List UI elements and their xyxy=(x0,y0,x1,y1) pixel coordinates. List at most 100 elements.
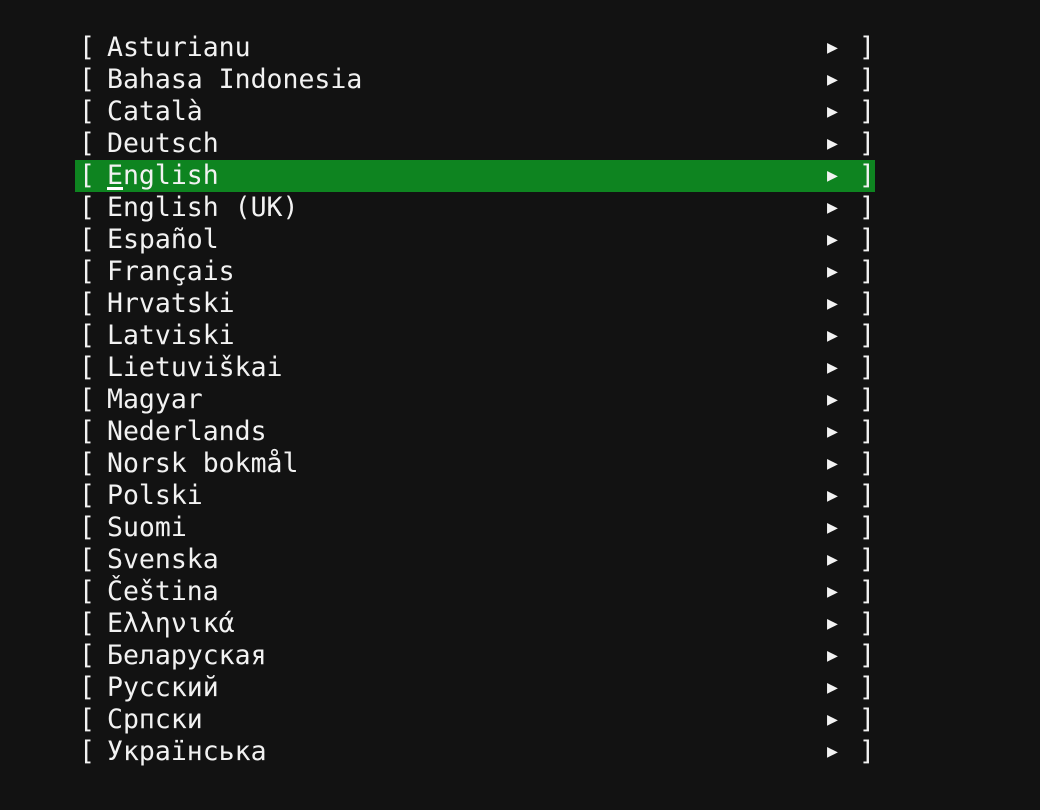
left-bracket: [ xyxy=(79,640,95,671)
arrow-right-icon: ▶ xyxy=(827,133,838,154)
language-label: Norsk bokmål xyxy=(107,448,299,479)
arrow-right-icon: ▶ xyxy=(827,325,838,346)
language-option[interactable]: [ Español ▶] xyxy=(75,224,875,256)
left-bracket: [ xyxy=(79,416,95,447)
language-label: Čeština xyxy=(107,576,219,607)
language-label: Magyar xyxy=(107,384,203,415)
language-label: Latviski xyxy=(107,320,235,351)
language-label: Español xyxy=(107,224,219,255)
left-bracket: [ xyxy=(79,576,95,607)
arrow-right-icon: ▶ xyxy=(827,389,838,410)
left-bracket: [ xyxy=(79,32,95,63)
left-bracket: [ xyxy=(79,192,95,223)
language-option[interactable]: [Svenska ▶] xyxy=(75,544,875,576)
arrow-right-icon: ▶ xyxy=(827,421,838,442)
language-label: Беларуская xyxy=(107,640,267,671)
right-bracket: ] xyxy=(859,192,875,223)
left-bracket: [ xyxy=(79,384,95,415)
right-bracket: ] xyxy=(859,480,875,511)
left-bracket: [ xyxy=(79,736,95,767)
left-bracket: [ xyxy=(79,448,95,479)
arrow-right-icon: ▶ xyxy=(827,453,838,474)
left-bracket: [ xyxy=(79,256,95,287)
language-label: Русский xyxy=(107,672,219,703)
right-bracket: ] xyxy=(859,544,875,575)
language-option[interactable]: [Українська ▶] xyxy=(75,736,875,768)
language-option[interactable]: [Asturianu ▶] xyxy=(75,32,875,64)
right-bracket: ] xyxy=(859,32,875,63)
right-bracket: ] xyxy=(859,128,875,159)
right-bracket: ] xyxy=(859,224,875,255)
language-label: Hrvatski xyxy=(107,288,235,319)
language-label: Bahasa Indonesia xyxy=(107,64,363,95)
left-bracket: [ xyxy=(79,352,95,383)
language-option[interactable]: [ Magyar ▶] xyxy=(75,384,875,416)
language-label: Nederlands xyxy=(107,416,267,447)
right-bracket: ] xyxy=(859,96,875,127)
language-option[interactable]: [Ελληνικά ▶] xyxy=(75,608,875,640)
right-bracket: ] xyxy=(859,160,875,191)
left-bracket: [ xyxy=(79,704,95,735)
language-option[interactable]: [ Српски ▶] xyxy=(75,704,875,736)
language-option[interactable]: [ Français ▶] xyxy=(75,256,875,288)
right-bracket: ] xyxy=(859,320,875,351)
left-bracket: [ xyxy=(79,320,95,351)
language-option[interactable]: [ Čeština ▶] xyxy=(75,576,875,608)
language-option[interactable]: [Lietuviškai ▶] xyxy=(75,352,875,384)
language-label: Deutsch xyxy=(107,128,219,159)
arrow-right-icon: ▶ xyxy=(827,549,838,570)
arrow-right-icon: ▶ xyxy=(827,293,838,314)
right-bracket: ] xyxy=(859,576,875,607)
right-bracket: ] xyxy=(859,384,875,415)
language-list: [ Asturianu ▶] [ Bahasa Indonesia ▶] [ Català ▶]… xyxy=(75,32,875,768)
language-option[interactable]: [Català ▶] xyxy=(75,96,875,128)
language-label: Українська xyxy=(107,736,267,767)
left-bracket: [ xyxy=(79,480,95,511)
language-option[interactable]: [Polski ▶] xyxy=(75,480,875,512)
arrow-right-icon: ▶ xyxy=(827,645,838,666)
language-label: English (UK) xyxy=(107,192,299,223)
right-bracket: ] xyxy=(859,704,875,735)
language-option[interactable]: [ Nederlands ▶] xyxy=(75,416,875,448)
arrow-right-icon: ▶ xyxy=(827,741,838,762)
arrow-right-icon: ▶ xyxy=(827,677,838,698)
left-bracket: [ xyxy=(79,64,95,95)
language-label: Polski xyxy=(107,480,203,511)
arrow-right-icon: ▶ xyxy=(827,709,838,730)
right-bracket: ] xyxy=(859,64,875,95)
language-label: Français xyxy=(107,256,235,287)
arrow-right-icon: ▶ xyxy=(827,357,838,378)
text-cursor xyxy=(107,187,123,190)
language-option[interactable]: [Hrvatski ▶] xyxy=(75,288,875,320)
language-option[interactable]: [Norsk bokmål ▶] xyxy=(75,448,875,480)
language-label: Suomi xyxy=(107,512,187,543)
left-bracket: [ xyxy=(79,160,95,191)
right-bracket: ] xyxy=(859,608,875,639)
arrow-right-icon: ▶ xyxy=(827,261,838,282)
language-label: Asturianu xyxy=(107,32,251,63)
language-option[interactable]: [Беларуская ▶] xyxy=(75,640,875,672)
arrow-right-icon: ▶ xyxy=(827,581,838,602)
left-bracket: [ xyxy=(79,544,95,575)
language-label: Català xyxy=(107,96,203,127)
arrow-right-icon: ▶ xyxy=(827,517,838,538)
arrow-right-icon: ▶ xyxy=(827,229,838,250)
language-label: Српски xyxy=(107,704,203,735)
language-option[interactable]: [ Bahasa Indonesia ▶] xyxy=(75,64,875,96)
language-option[interactable]: [ Deutsch ▶] xyxy=(75,128,875,160)
left-bracket: [ xyxy=(79,224,95,255)
right-bracket: ] xyxy=(859,512,875,543)
language-option[interactable]: [Suomi ▶] xyxy=(75,512,875,544)
right-bracket: ] xyxy=(859,352,875,383)
right-bracket: ] xyxy=(859,256,875,287)
language-label: Ελληνικά xyxy=(107,608,235,639)
language-option[interactable]: [English (UK) ▶] xyxy=(75,192,875,224)
arrow-right-icon: ▶ xyxy=(827,101,838,122)
language-option[interactable]: [English ▶] xyxy=(75,160,875,192)
right-bracket: ] xyxy=(859,416,875,447)
language-option[interactable]: [ Latviski ▶] xyxy=(75,320,875,352)
arrow-right-icon: ▶ xyxy=(827,69,838,90)
language-option[interactable]: [Русский ▶] xyxy=(75,672,875,704)
left-bracket: [ xyxy=(79,128,95,159)
left-bracket: [ xyxy=(79,288,95,319)
